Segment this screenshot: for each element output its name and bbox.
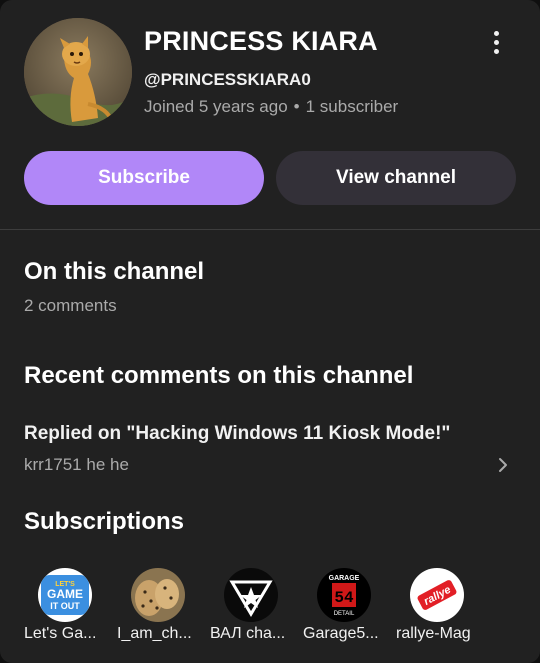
subscription-item[interactable]: rallye rallye-Mag [396, 566, 482, 646]
subscription-label: rallye-Mag [396, 625, 471, 642]
subscription-label: ВАЛ cha... [210, 625, 286, 642]
subscription-item[interactable]: I_am_ch... [117, 566, 203, 646]
subscription-item[interactable]: ВАЛ cha... [210, 566, 296, 646]
meta-separator: • [293, 97, 300, 116]
subscription-avatar: rallye [410, 568, 464, 622]
divider [0, 229, 540, 230]
logo-text-3: DETAIL [334, 611, 355, 617]
subscriber-count: 1 subscriber [305, 97, 399, 116]
comment-title: Replied on "Hacking Windows 11 Kiosk Mod… [24, 423, 451, 444]
logo-text-3: IT OUT [50, 601, 80, 611]
subscribe-button[interactable]: Subscribe [24, 151, 264, 205]
channel-header: PRINCESS KIARA @PRINCESSKIARA0 Joined 5 … [24, 18, 516, 128]
logo-text-2: 54 [334, 589, 354, 607]
more-options-icon[interactable] [480, 26, 512, 58]
subscription-item[interactable]: GARAGE 54 DETAIL Garage5... [303, 566, 389, 646]
subscriptions-list: LET'S GAME IT OUT Let's Ga... I_am_ch... [24, 566, 494, 656]
logo-text-1: GARAGE [329, 575, 360, 582]
subscription-label: Garage5... [303, 625, 379, 642]
channel-card: PRINCESS KIARA @PRINCESSKIARA0 Joined 5 … [0, 0, 540, 663]
subscriptions-heading: Subscriptions [24, 508, 185, 535]
on-this-channel-heading: On this channel [24, 258, 205, 285]
comment-count: 2 comments [24, 296, 117, 315]
subscription-avatar: GARAGE 54 DETAIL [317, 568, 371, 622]
comment-text: krr1751 he he [24, 455, 129, 474]
subscription-label: I_am_ch... [117, 625, 192, 642]
subscription-avatar: LET'S GAME IT OUT [38, 568, 92, 622]
channel-name: PRINCESS KIARA [144, 26, 378, 56]
channel-handle: @PRINCESSKIARA0 [144, 70, 311, 89]
view-channel-button[interactable]: View channel [276, 151, 516, 205]
subscription-label: Let's Ga... [24, 625, 97, 642]
logo-text-2: GAME [47, 587, 83, 601]
recent-comment-item[interactable]: Replied on "Hacking Windows 11 Kiosk Mod… [0, 412, 540, 484]
channel-meta: Joined 5 years ago • 1 subscriber [144, 97, 398, 117]
subscription-avatar [224, 568, 278, 622]
subscription-item[interactable]: LET'S GAME IT OUT Let's Ga... [24, 566, 110, 646]
joined-text: Joined 5 years ago [144, 97, 288, 116]
channel-avatar[interactable] [24, 18, 132, 126]
subscription-avatar [131, 568, 185, 622]
recent-comments-heading: Recent comments on this channel [24, 362, 414, 389]
chevron-right-icon [499, 458, 507, 472]
